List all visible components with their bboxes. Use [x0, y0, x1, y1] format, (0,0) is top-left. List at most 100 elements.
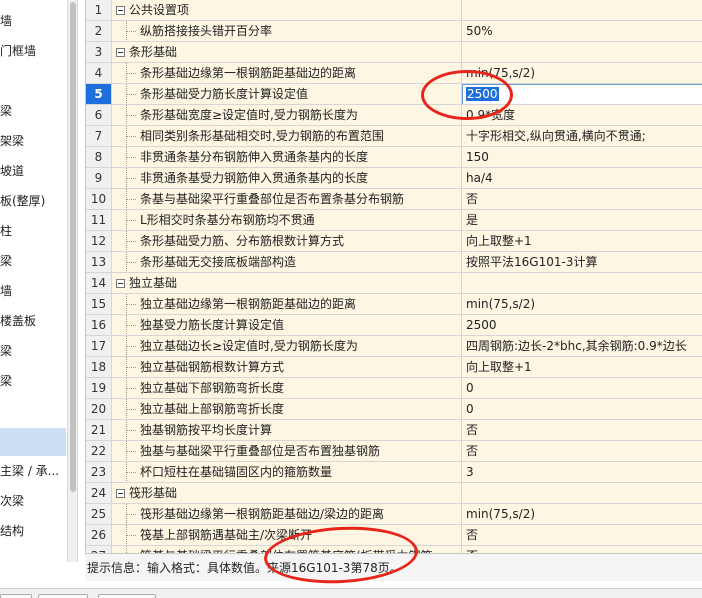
tree-item[interactable]: 墙: [0, 280, 12, 302]
tree-item[interactable]: 梁: [0, 250, 12, 272]
setting-value[interactable]: 0: [462, 378, 702, 399]
tree-item[interactable]: 主梁 / 承...: [0, 460, 59, 482]
row-number: 17: [86, 336, 112, 357]
setting-row[interactable]: 25 筏形基础边缘第一根钢筋距基础边/梁边的距离 min(75,s/2): [86, 504, 702, 525]
setting-value[interactable]: 否: [462, 546, 702, 553]
tree-item[interactable]: 坡道: [0, 160, 24, 182]
setting-row[interactable]: 8 非贯通条基分布钢筋伸入贯通条基内的长度 150: [86, 147, 702, 168]
setting-row[interactable]: 11 L形相交时条基分布钢筋均不贯通 是: [86, 210, 702, 231]
row-number: 16: [86, 315, 112, 336]
setting-value[interactable]: 否: [462, 441, 702, 462]
setting-value[interactable]: 向上取整+1: [462, 231, 702, 252]
setting-value[interactable]: min(75,s/2): [462, 504, 702, 525]
setting-label: 独立基础边长≥设定值时,受力钢筋长度为: [140, 339, 358, 353]
group-row[interactable]: 3 条形基础: [86, 42, 702, 63]
left-scrollbar[interactable]: [68, 0, 78, 562]
setting-row[interactable]: 20 独立基础上部钢筋弯折长度 0: [86, 399, 702, 420]
setting-row[interactable]: 23 杯口短柱在基础锚固区内的箍筋数量 3: [86, 462, 702, 483]
row-number: 19: [86, 378, 112, 399]
setting-value[interactable]: 150: [462, 147, 702, 168]
tree-item[interactable]: 墙: [0, 10, 12, 32]
setting-row[interactable]: 10 条基与基础梁平行重叠部位是否布置条基分布钢筋 否: [86, 189, 702, 210]
setting-value[interactable]: 按照平法16G101-3计算: [462, 252, 702, 273]
group-label: 条形基础: [129, 45, 178, 59]
tree-connector: [126, 304, 136, 305]
row-number: 20: [86, 399, 112, 420]
left-scrollbar-thumb[interactable]: [70, 2, 76, 492]
group-row[interactable]: 1 公共设置项: [86, 0, 702, 21]
setting-row[interactable]: 4 条形基础边缘第一根钢筋距基础边的距离 min(75,s/2): [86, 63, 702, 84]
tree-connector: [126, 367, 136, 368]
setting-label: 相同类别条形基础相交时,受力钢筋的布置范围: [140, 129, 384, 143]
collapse-icon[interactable]: [116, 279, 125, 288]
setting-name: 独基与基础梁平行重叠部位是否布置独基钢筋: [112, 441, 462, 462]
bottom-button-1[interactable]: [0, 594, 32, 598]
setting-value[interactable]: 0.9*宽度: [462, 105, 702, 126]
tree-item[interactable]: 板(整厚): [0, 190, 45, 212]
setting-label: 杯口短柱在基础锚固区内的箍筋数量: [140, 465, 333, 479]
bottom-button-2[interactable]: [38, 594, 88, 598]
tree-item[interactable]: 门框墙: [0, 40, 36, 62]
setting-row[interactable]: 16 独基受力筋长度计算设定值 2500: [86, 315, 702, 336]
row-number: 27: [86, 546, 112, 553]
tree-item[interactable]: 次梁: [0, 490, 24, 512]
setting-value[interactable]: min(75,s/2): [462, 294, 702, 315]
setting-row[interactable]: 9 非贯通条基受力钢筋伸入贯通条基内的长度 ha/4: [86, 168, 702, 189]
tree-item[interactable]: 架梁: [0, 130, 24, 152]
collapse-icon[interactable]: [116, 6, 125, 15]
setting-name: 独立基础边缘第一根钢筋距基础边的距离: [112, 294, 462, 315]
setting-label: 独基与基础梁平行重叠部位是否布置独基钢筋: [140, 444, 381, 458]
group-label: 公共设置项: [129, 3, 190, 17]
setting-name: 筏基与基础梁平行重叠部位布置筏基底筋(板带受力钢筋: [112, 546, 462, 553]
setting-row[interactable]: 17 独立基础边长≥设定值时,受力钢筋长度为 四周钢筋:边长-2*bhc,其余钢筋:…: [86, 336, 702, 357]
setting-value[interactable]: ha/4: [462, 168, 702, 189]
setting-value[interactable]: 否: [462, 189, 702, 210]
setting-label: 独基钢筋按平均长度计算: [140, 423, 273, 437]
tree-item[interactable]: 柱: [0, 220, 12, 242]
setting-row[interactable]: 18 独立基础钢筋根数计算方式 向上取整+1: [86, 357, 702, 378]
setting-row[interactable]: 5 条形基础受力筋长度计算设定值 2500: [86, 84, 702, 105]
setting-row[interactable]: 13 条形基础无交接底板端部构造 按照平法16G101-3计算: [86, 252, 702, 273]
group-row[interactable]: 24 筏形基础: [86, 483, 702, 504]
setting-label: 独立基础下部钢筋弯折长度: [140, 381, 285, 395]
setting-value[interactable]: 50%: [462, 21, 702, 42]
setting-row[interactable]: 7 相同类别条形基础相交时,受力钢筋的布置范围 十字形相交,纵向贯通,横向不贯通;: [86, 126, 702, 147]
bottom-button-3[interactable]: [98, 594, 156, 598]
tree-connector: [126, 388, 136, 389]
setting-value[interactable]: 3: [462, 462, 702, 483]
collapse-icon[interactable]: [116, 48, 125, 57]
tree-item[interactable]: 梁: [0, 340, 12, 362]
setting-row[interactable]: 21 独基钢筋按平均长度计算 否: [86, 420, 702, 441]
value-edit-input[interactable]: 2500: [462, 84, 702, 104]
setting-value[interactable]: 是: [462, 210, 702, 231]
group-row[interactable]: 14 独立基础: [86, 273, 702, 294]
setting-row[interactable]: 22 独基与基础梁平行重叠部位是否布置独基钢筋 否: [86, 441, 702, 462]
row-number: 2: [86, 21, 112, 42]
setting-value[interactable]: 否: [462, 420, 702, 441]
setting-row[interactable]: 19 独立基础下部钢筋弯折长度 0: [86, 378, 702, 399]
setting-row[interactable]: 26 筏基上部钢筋遇基础主/次梁断开 否: [86, 525, 702, 546]
setting-value[interactable]: 四周钢筋:边长-2*bhc,其余钢筋:0.9*边长: [462, 336, 702, 357]
setting-value[interactable]: 2500: [462, 84, 702, 105]
setting-name: 条形基础受力筋、分布筋根数计算方式: [112, 231, 462, 252]
tree-item[interactable]: 结构: [0, 520, 24, 542]
selected-value-text[interactable]: 2500: [466, 87, 499, 101]
tree-item[interactable]: 梁: [0, 100, 12, 122]
setting-row[interactable]: 15 独立基础边缘第一根钢筋距基础边的距离 min(75,s/2): [86, 294, 702, 315]
setting-value[interactable]: 2500: [462, 315, 702, 336]
tree-item[interactable]: 梁: [0, 370, 12, 392]
setting-row[interactable]: 6 条形基础宽度≥设定值时,受力钢筋长度为 0.9*宽度: [86, 105, 702, 126]
setting-name: 非贯通条基分布钢筋伸入贯通条基内的长度: [112, 147, 462, 168]
setting-value[interactable]: min(75,s/2): [462, 63, 702, 84]
hint-bar: 提示信息：输入格式：具体数值。来源16G101-3第78页。: [85, 553, 702, 581]
setting-value[interactable]: 0: [462, 399, 702, 420]
setting-row[interactable]: 27筏基与基础梁平行重叠部位布置筏基底筋(板带受力钢筋否: [86, 546, 702, 553]
setting-value[interactable]: 否: [462, 525, 702, 546]
tree-item[interactable]: 楼盖板: [0, 310, 36, 332]
setting-value[interactable]: 十字形相交,纵向贯通,横向不贯通;: [462, 126, 702, 147]
setting-value[interactable]: 向上取整+1: [462, 357, 702, 378]
setting-row[interactable]: 2 纵筋搭接接头错开百分率 50%: [86, 21, 702, 42]
tree-item[interactable]: [0, 428, 66, 456]
setting-row[interactable]: 12 条形基础受力筋、分布筋根数计算方式 向上取整+1: [86, 231, 702, 252]
collapse-icon[interactable]: [116, 489, 125, 498]
